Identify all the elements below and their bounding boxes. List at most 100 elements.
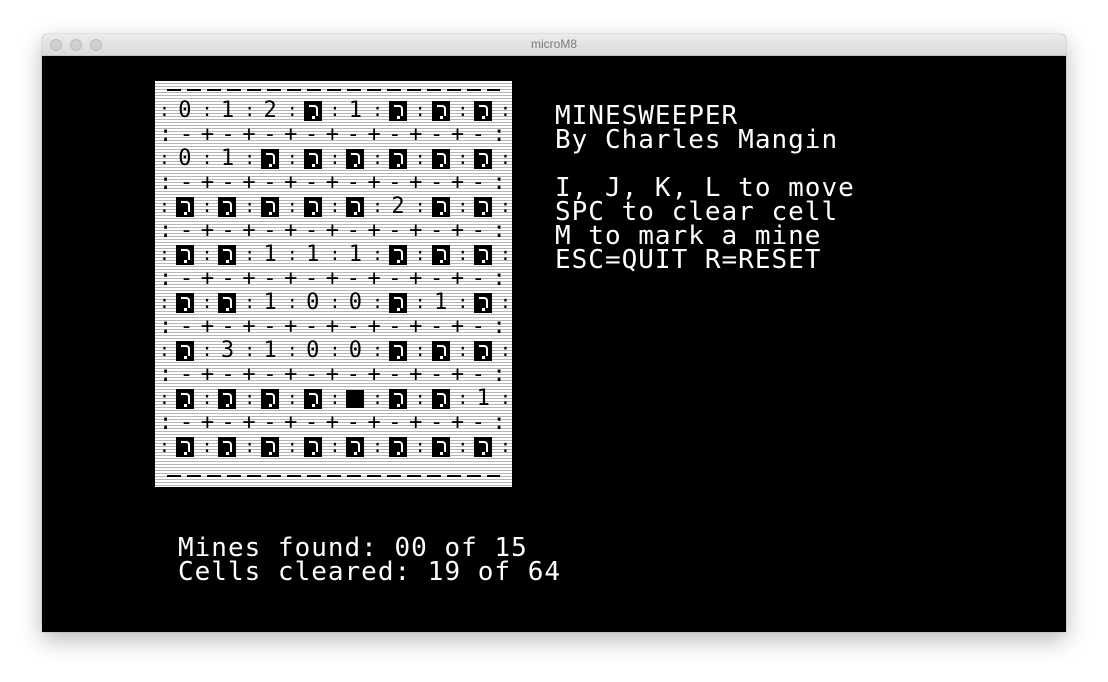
cell-divider: :	[329, 436, 341, 457]
covered-cell[interactable]	[296, 435, 330, 459]
question-mark-icon	[218, 293, 237, 313]
covered-cell[interactable]	[466, 339, 500, 363]
revealed-cell[interactable]: 0	[168, 147, 202, 171]
covered-cell[interactable]	[168, 195, 202, 219]
covered-cell[interactable]	[424, 339, 458, 363]
covered-cell[interactable]	[211, 387, 245, 411]
row-separator: :-+-+-+-+-+-+-+-:	[159, 122, 514, 147]
question-mark-icon	[431, 149, 450, 169]
cell-divider: :	[286, 388, 298, 409]
cell-number: 0	[306, 338, 320, 363]
revealed-cell[interactable]: 0	[296, 291, 330, 315]
covered-cell[interactable]	[168, 243, 202, 267]
covered-cell[interactable]	[168, 387, 202, 411]
question-mark-icon	[474, 293, 493, 313]
row-separator: :-+-+-+-+-+-+-+-:	[159, 170, 514, 195]
question-mark-icon	[303, 197, 322, 217]
covered-cell[interactable]	[296, 147, 330, 171]
revealed-cell[interactable]: 0	[339, 291, 373, 315]
revealed-cell[interactable]: 1	[253, 291, 287, 315]
cell-number: 1	[348, 98, 362, 123]
covered-cell[interactable]	[296, 387, 330, 411]
board-row: ::::::::1:	[159, 387, 511, 411]
covered-cell[interactable]	[253, 435, 287, 459]
revealed-cell[interactable]: 2	[253, 99, 287, 123]
question-mark-icon	[218, 245, 237, 265]
revealed-cell[interactable]: 0	[168, 99, 202, 123]
cell-divider: :	[159, 292, 170, 313]
cell-divider: :	[201, 388, 213, 409]
cell-divider: :	[329, 100, 341, 121]
revealed-cell[interactable]: 1	[296, 243, 330, 267]
cursor-cell[interactable]	[339, 387, 373, 411]
covered-cell[interactable]	[168, 435, 202, 459]
covered-cell[interactable]	[381, 291, 415, 315]
question-mark-icon	[474, 149, 493, 169]
cell-divider: :	[457, 100, 469, 121]
covered-cell[interactable]	[381, 243, 415, 267]
cell-divider: :	[500, 388, 511, 409]
covered-cell[interactable]	[424, 99, 458, 123]
covered-cell[interactable]	[466, 243, 500, 267]
covered-cell[interactable]	[211, 243, 245, 267]
revealed-cell[interactable]: 0	[339, 339, 373, 363]
covered-cell[interactable]	[466, 195, 500, 219]
revealed-cell[interactable]: 1	[424, 291, 458, 315]
covered-cell[interactable]	[253, 147, 287, 171]
covered-cell[interactable]	[424, 435, 458, 459]
question-mark-icon	[218, 437, 237, 457]
covered-cell[interactable]	[168, 291, 202, 315]
cell-divider: :	[244, 388, 256, 409]
cell-number: 1	[476, 386, 490, 411]
revealed-cell[interactable]: 1	[211, 147, 245, 171]
minesweeper-board[interactable]: :0:1:2::1:::::-+-+-+-+-+-+-+-::0:1::::::…	[155, 81, 512, 487]
revealed-cell[interactable]: 0	[296, 339, 330, 363]
covered-cell[interactable]	[424, 195, 458, 219]
covered-cell[interactable]	[466, 147, 500, 171]
question-mark-icon	[261, 149, 280, 169]
covered-cell[interactable]	[466, 99, 500, 123]
covered-cell[interactable]	[339, 195, 373, 219]
covered-cell[interactable]	[211, 435, 245, 459]
cell-divider: :	[457, 340, 469, 361]
question-mark-icon	[261, 437, 280, 457]
covered-cell[interactable]	[339, 435, 373, 459]
revealed-cell[interactable]: 1	[253, 243, 287, 267]
covered-cell[interactable]	[381, 99, 415, 123]
covered-cell[interactable]	[466, 291, 500, 315]
question-mark-icon	[388, 245, 407, 265]
revealed-cell[interactable]: 1	[339, 243, 373, 267]
covered-cell[interactable]	[381, 387, 415, 411]
covered-cell[interactable]	[296, 99, 330, 123]
covered-cell[interactable]	[424, 147, 458, 171]
revealed-cell[interactable]: 3	[211, 339, 245, 363]
covered-cell[interactable]	[381, 339, 415, 363]
emulator-screen[interactable]: :0:1:2::1:::::-+-+-+-+-+-+-+-::0:1::::::…	[42, 56, 1066, 632]
covered-cell[interactable]	[168, 339, 202, 363]
covered-cell[interactable]	[466, 435, 500, 459]
covered-cell[interactable]	[296, 195, 330, 219]
board-row: ::::::2:::	[159, 195, 511, 219]
covered-cell[interactable]	[339, 147, 373, 171]
revealed-cell[interactable]: 1	[339, 99, 373, 123]
revealed-cell[interactable]: 1	[253, 339, 287, 363]
cells-cleared-status: Cells cleared: 19 of 64	[178, 557, 562, 587]
app-window: microM8 :0:1:2::1:::::-+-+-+-+-+-+-+-::0…	[42, 34, 1066, 632]
cell-divider: :	[372, 340, 383, 361]
covered-cell[interactable]	[211, 291, 245, 315]
question-mark-icon	[303, 101, 322, 121]
covered-cell[interactable]	[424, 243, 458, 267]
revealed-cell[interactable]: 2	[381, 195, 415, 219]
covered-cell[interactable]	[253, 195, 287, 219]
covered-cell[interactable]	[381, 147, 415, 171]
covered-cell[interactable]	[211, 195, 245, 219]
revealed-cell[interactable]: 1	[211, 99, 245, 123]
covered-cell[interactable]	[381, 435, 415, 459]
question-mark-icon	[346, 197, 365, 217]
board-row: :0:1:::::::	[159, 147, 511, 171]
cell-divider: :	[457, 292, 469, 313]
cell-divider: :	[244, 340, 256, 361]
covered-cell[interactable]	[253, 387, 287, 411]
covered-cell[interactable]	[424, 387, 458, 411]
revealed-cell[interactable]: 1	[466, 387, 500, 411]
